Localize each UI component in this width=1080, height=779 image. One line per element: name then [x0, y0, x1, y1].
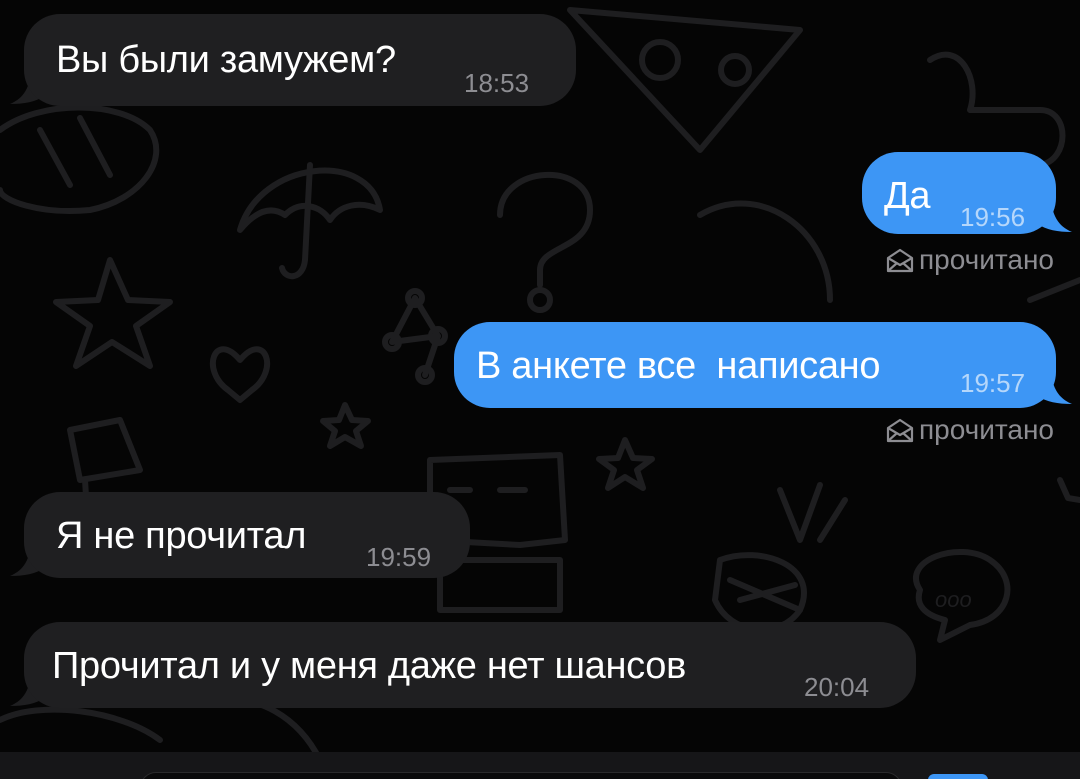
envelope-open-icon [886, 418, 914, 443]
read-status: прочитано [885, 244, 1054, 276]
message-bubble-incoming[interactable]: Я не прочитал 19:59 [24, 492, 470, 578]
message-text: Я не прочитал [56, 515, 307, 557]
send-button[interactable] [928, 774, 988, 779]
message-text: Прочитал и у меня даже нет шансов [52, 645, 687, 687]
message-text: Да [884, 175, 931, 217]
message-time: 18:53 [464, 68, 530, 98]
message-bubble-incoming[interactable]: Прочитал и у меня даже нет шансов 20:04 [24, 622, 916, 708]
message-input[interactable] [140, 772, 902, 779]
message-text: В анкете все написано [476, 345, 881, 387]
message-time: 20:04 [804, 672, 870, 702]
message-time: 19:59 [366, 542, 432, 572]
message-time: 19:56 [960, 202, 1026, 232]
read-status: прочитано [885, 414, 1054, 446]
read-status-text: прочитано [918, 244, 1054, 275]
message-bubble-outgoing[interactable]: Да 19:56 [862, 152, 1056, 234]
message-time: 19:57 [960, 368, 1026, 398]
message-bubble-incoming[interactable]: Вы были замужем? 18:53 [24, 14, 576, 106]
read-status-text: прочитано [918, 414, 1054, 445]
envelope-open-icon [886, 248, 914, 273]
message-text: Вы были замужем? [56, 39, 396, 81]
chat-view[interactable]: ooo Вы были замужем? 18:53 Да 19:56 проч… [0, 0, 1080, 779]
message-bubble-outgoing[interactable]: В анкете все написано 19:57 [454, 322, 1056, 408]
svg-text:ooo: ooo [935, 587, 972, 612]
